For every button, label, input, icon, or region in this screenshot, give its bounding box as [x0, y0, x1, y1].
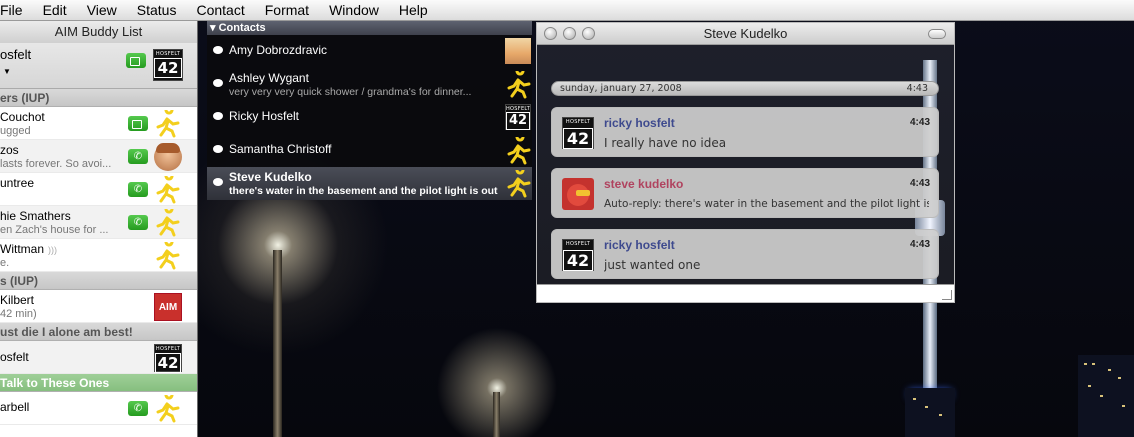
message-input[interactable]	[537, 284, 954, 302]
buddy-list-profile: osfelt ▼ HOSFELT 42	[0, 43, 197, 89]
phone-icon[interactable]: ✆	[128, 215, 148, 230]
aim-running-man-icon	[505, 132, 533, 165]
group-header[interactable]: s (IUP)	[0, 272, 197, 290]
buddy-row[interactable]: zos lasts forever. So avoi... ✆	[0, 140, 197, 173]
contact-avatar: HOSFELT 42	[505, 104, 531, 130]
status-menu-chevron-down-icon[interactable]: ▼	[3, 67, 11, 76]
building	[905, 388, 955, 437]
phone-icon[interactable]: ✆	[128, 149, 148, 164]
chat-titlebar[interactable]: Steve Kudelko	[537, 23, 954, 45]
contact-row[interactable]: Samantha Christoff	[207, 132, 533, 167]
zoom-button[interactable]	[582, 27, 595, 40]
message-text: Auto-reply: there's water in the basemen…	[604, 198, 929, 210]
chat-window: Steve Kudelko sunday, january 27, 2008 4…	[536, 22, 955, 303]
buddy-row[interactable]: osfelt HOSFELT 42	[0, 341, 197, 374]
buddy-list-window: AIM Buddy List osfelt ▼ HOSFELT 42 ers (I…	[0, 21, 198, 437]
aim-running-man-icon	[505, 165, 533, 198]
message-sender: steve kudelko	[604, 177, 684, 191]
date-separator: sunday, january 27, 2008 4:43	[551, 81, 939, 96]
menu-view[interactable]: View	[87, 2, 117, 18]
contacts-window: ▾ Contacts Amy Dobrozdravic Ashley Wygan…	[207, 21, 533, 200]
minimize-button[interactable]	[563, 27, 576, 40]
speech-bubble-icon	[213, 46, 223, 54]
close-button[interactable]	[544, 27, 557, 40]
sender-avatar: HOSFELT 42	[562, 117, 594, 149]
chat-message: steve kudelko 4:43 Auto-reply: there's w…	[551, 168, 939, 218]
group-header[interactable]: ers (IUP)	[0, 89, 197, 107]
group-header[interactable]: Talk to These Ones	[0, 374, 197, 392]
contact-row-selected[interactable]: Steve Kudelko there's water in the basem…	[207, 165, 533, 200]
chat-title: Steve Kudelko	[703, 26, 788, 41]
phone-icon[interactable]: ✆	[128, 182, 148, 197]
aim-logo-avatar: AIM	[154, 293, 182, 321]
aim-running-man-icon	[154, 105, 182, 138]
aim-running-man-icon	[154, 237, 182, 270]
phone-icon[interactable]: ✆	[128, 401, 148, 416]
menu-status[interactable]: Status	[137, 2, 177, 18]
resize-grip-icon[interactable]	[942, 290, 952, 300]
menu-format[interactable]: Format	[265, 2, 309, 18]
menu-window[interactable]: Window	[329, 2, 379, 18]
message-time: 4:43	[909, 239, 930, 250]
contact-row[interactable]: Amy Dobrozdravic	[207, 35, 532, 68]
contact-row[interactable]: Ricky Hosfelt HOSFELT 42	[207, 101, 532, 134]
contact-row[interactable]: Ashley Wygant very very very quick showe…	[207, 66, 533, 101]
buddy-row[interactable]: arbell ✆	[0, 390, 197, 425]
street-lamp-pole	[273, 250, 282, 437]
speech-bubble-icon	[213, 79, 223, 87]
menu-help[interactable]: Help	[399, 2, 428, 18]
chat-message: HOSFELT 42 ricky hosfelt 4:43 I really ha…	[551, 107, 939, 157]
aim-running-man-icon	[154, 390, 182, 423]
sender-avatar	[562, 178, 594, 210]
menu-file[interactable]: File	[0, 2, 23, 18]
buddy-row[interactable]: Kilbert 42 min) AIM	[0, 290, 197, 323]
street-lamp-pole	[493, 392, 500, 437]
rss-icon: )))	[48, 245, 58, 255]
buddy-row[interactable]: hie Smathers en Zach's house for ... ✆	[0, 204, 197, 239]
buddy-avatar: HOSFELT 42	[154, 344, 182, 373]
speech-bubble-icon	[213, 112, 223, 120]
speech-bubble-icon	[213, 145, 223, 153]
buddy-avatar	[154, 143, 182, 171]
message-time: 4:43	[909, 178, 930, 189]
aim-running-man-icon	[505, 66, 533, 99]
speech-bubble-icon	[213, 178, 223, 186]
buddy-row[interactable]: Couchot ugged	[0, 105, 197, 140]
sender-avatar: HOSFELT 42	[562, 239, 594, 271]
toolbar-toggle-button[interactable]	[928, 29, 946, 39]
message-text: I really have no idea	[604, 136, 727, 150]
contacts-header[interactable]: ▾ Contacts	[207, 21, 532, 35]
camera-icon[interactable]	[126, 53, 146, 68]
buddy-list-title: AIM Buddy List	[0, 21, 197, 43]
menu-edit[interactable]: Edit	[43, 2, 67, 18]
group-header[interactable]: ust die I alone am best!	[0, 323, 197, 341]
message-sender: ricky hosfelt	[604, 116, 675, 130]
camera-icon[interactable]	[128, 116, 148, 131]
message-sender: ricky hosfelt	[604, 238, 675, 252]
profile-avatar[interactable]: HOSFELT 42	[153, 49, 183, 81]
aim-running-man-icon	[154, 204, 182, 237]
buddy-row[interactable]: untree ✆	[0, 171, 197, 206]
building	[1078, 355, 1134, 437]
profile-name[interactable]: osfelt	[0, 47, 31, 62]
menu-contact[interactable]: Contact	[196, 2, 244, 18]
message-time: 4:43	[909, 117, 930, 128]
message-text: just wanted one	[604, 258, 701, 272]
contact-avatar	[505, 38, 531, 64]
menu-bar: File Edit View Status Contact Format Win…	[0, 0, 1134, 21]
aim-running-man-icon	[154, 171, 182, 204]
buddy-row[interactable]: Wittman))) e.	[0, 237, 197, 272]
chat-message: HOSFELT 42 ricky hosfelt 4:43 just wanted…	[551, 229, 939, 279]
